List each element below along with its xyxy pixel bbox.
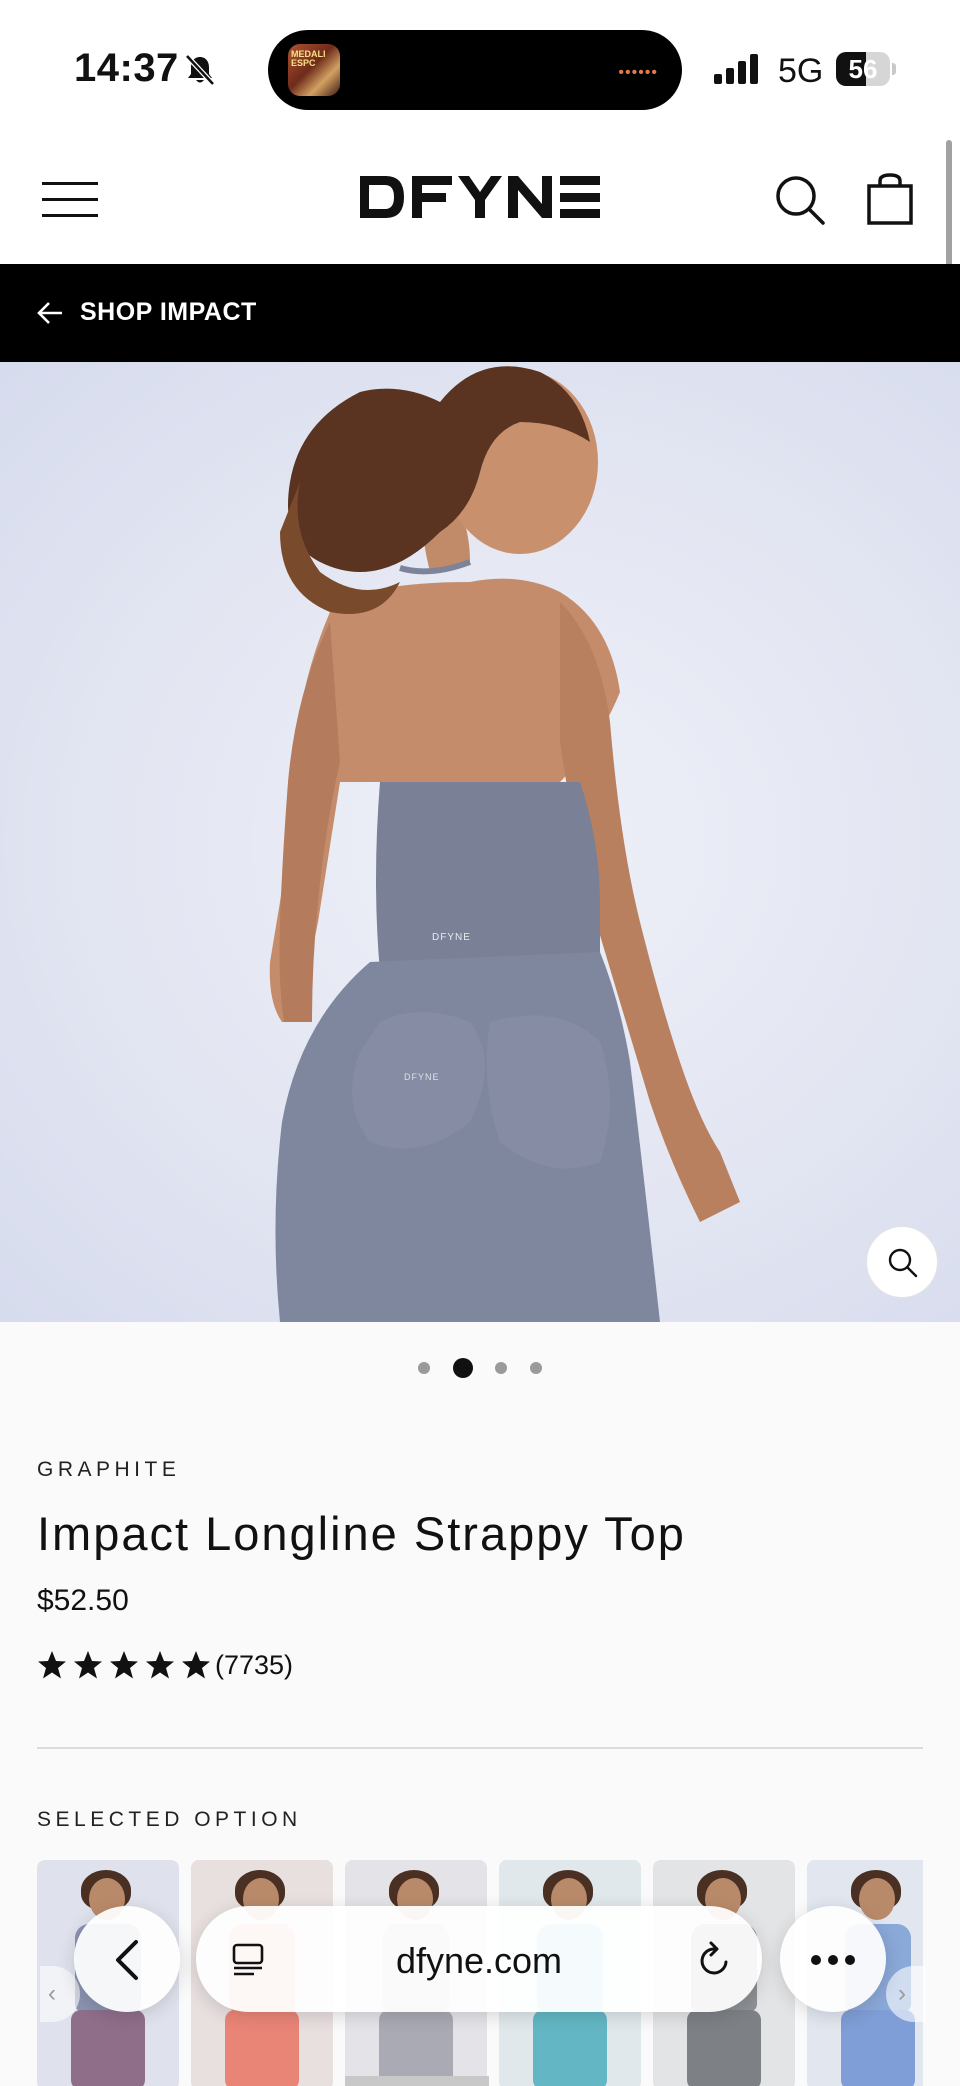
chevron-left-icon bbox=[116, 1940, 138, 1980]
brand-logo[interactable] bbox=[358, 172, 602, 222]
audio-indicator-icon: •••••• bbox=[618, 64, 658, 81]
reload-icon[interactable] bbox=[696, 1940, 734, 1980]
menu-icon[interactable] bbox=[42, 180, 98, 220]
swatch-model-leggings bbox=[687, 2010, 761, 2086]
address-bar[interactable]: dfyne.com bbox=[196, 1906, 762, 2012]
bell-slash-icon bbox=[185, 54, 215, 86]
site-header bbox=[0, 130, 960, 264]
arrow-left-icon bbox=[37, 302, 62, 324]
ellipsis-icon bbox=[811, 1955, 855, 1965]
shopping-bag-icon[interactable] bbox=[866, 172, 914, 226]
model-photo: DFYNE DFYNE bbox=[269, 366, 740, 1322]
swatch-model-leggings bbox=[225, 2010, 299, 2086]
star-icon bbox=[146, 1651, 174, 1679]
gallery-dot[interactable] bbox=[495, 1362, 507, 1374]
zoom-button[interactable] bbox=[866, 1226, 938, 1298]
now-playing-thumbnail: MEDALI ESPC bbox=[288, 44, 340, 96]
star-icon bbox=[38, 1651, 66, 1679]
more-options-button[interactable] bbox=[780, 1906, 886, 2012]
network-type: 5G bbox=[778, 52, 824, 90]
status-time: 14:37 bbox=[74, 46, 179, 90]
status-bar: 14:37 MEDALI ESPC •••••• 5G 56 bbox=[0, 0, 960, 130]
product-image[interactable]: DFYNE DFYNE bbox=[0, 362, 960, 1322]
swatch-model-leggings bbox=[71, 2010, 145, 2086]
selected-swatch-indicator bbox=[345, 2076, 489, 2086]
selected-option-label: SELECTED OPTION bbox=[37, 1808, 302, 1831]
battery-icon: 56 bbox=[836, 52, 896, 86]
gallery-dot[interactable] bbox=[418, 1362, 430, 1374]
battery-percent: 56 bbox=[848, 54, 878, 84]
dynamic-island[interactable]: MEDALI ESPC •••••• bbox=[268, 30, 682, 110]
star-icon bbox=[74, 1651, 102, 1679]
gallery-dot-active[interactable] bbox=[453, 1358, 473, 1378]
swatch-model-leggings bbox=[533, 2010, 607, 2086]
svg-text:DFYNE: DFYNE bbox=[404, 1072, 440, 1082]
chevron-left-icon: ‹ bbox=[48, 1980, 56, 2007]
signal-icon bbox=[714, 54, 758, 84]
divider bbox=[37, 1747, 923, 1749]
browser-back-button[interactable] bbox=[74, 1906, 180, 2012]
gallery-pagination bbox=[0, 1356, 960, 1380]
chevron-right-icon: › bbox=[898, 1980, 906, 2007]
swatch-model-head bbox=[859, 1878, 895, 1920]
back-link-label[interactable]: SHOP IMPACT bbox=[80, 298, 257, 327]
star-icon bbox=[182, 1651, 210, 1679]
magnifier-icon bbox=[888, 1248, 918, 1278]
swatch-model-leggings bbox=[841, 2010, 915, 2086]
swatch-model-leggings bbox=[379, 2010, 453, 2086]
search-icon[interactable] bbox=[774, 174, 826, 226]
star-icon bbox=[110, 1651, 138, 1679]
product-price: $52.50 bbox=[37, 1584, 129, 1617]
svg-text:DFYNE: DFYNE bbox=[432, 932, 471, 943]
product-title: Impact Longline Strappy Top bbox=[37, 1507, 686, 1560]
gallery-dot[interactable] bbox=[530, 1362, 542, 1374]
back-to-collection-bar[interactable]: SHOP IMPACT bbox=[0, 264, 960, 362]
variant-color-label: GRAPHITE bbox=[37, 1458, 181, 1481]
review-count[interactable]: (7735) bbox=[215, 1650, 293, 1681]
url-text[interactable]: dfyne.com bbox=[196, 1940, 762, 1982]
